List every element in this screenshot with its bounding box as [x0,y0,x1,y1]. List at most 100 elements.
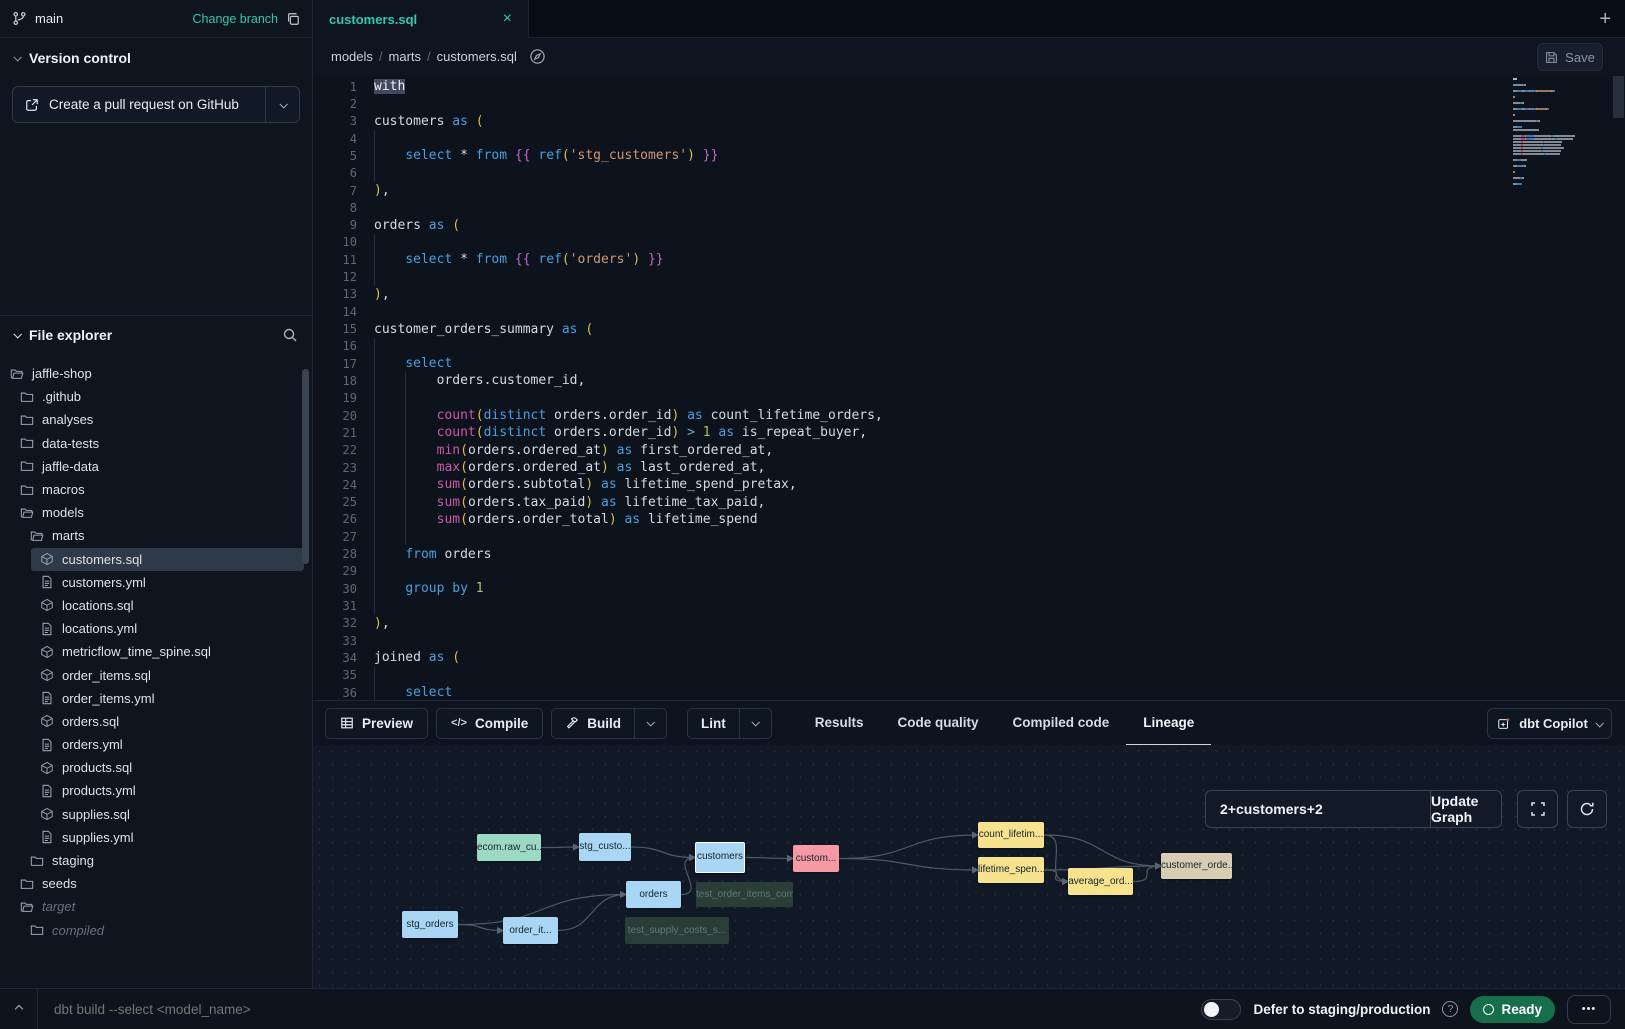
indent-guide [405,372,406,389]
close-icon[interactable]: × [503,10,512,28]
lint-button[interactable]: Lint [688,709,739,738]
file-tree-item-locations-yml[interactable]: locations.yml [40,617,304,640]
breadcrumb-marts[interactable]: marts [389,49,422,64]
lint-dropdown[interactable] [739,709,771,738]
lineage-node-lifetime_spend[interactable]: lifetime_spen... [978,857,1044,883]
lineage-node-average_order[interactable]: average_ord... [1068,868,1133,895]
code-line: 29 [313,563,1515,580]
minimap[interactable] [1513,78,1609,186]
tab-customers-sql[interactable]: customers.sql × [313,0,529,38]
file-tree-item-compiled[interactable]: compiled [30,919,304,942]
lineage-node-count_lifetime[interactable]: count_lifetim... [978,822,1044,848]
lineage-node-order_items[interactable]: order_it... [503,917,558,944]
file-tree-item-locations-sql[interactable]: locations.sql [40,594,304,617]
more-options-button[interactable]: ••• [1567,995,1611,1024]
lineage-selector-input[interactable] [1206,791,1430,827]
create-pr-dropdown[interactable] [265,87,299,122]
tab-compiled-code[interactable]: Compiled code [996,701,1127,746]
file-tree-item-analyses[interactable]: analyses [20,408,304,431]
file-tree-item-seeds[interactable]: seeds [20,872,304,895]
line-number: 36 [313,686,357,700]
file-tree-item--github[interactable]: .github [20,385,304,408]
create-pr-button[interactable]: Create a pull request on GitHub [12,86,300,123]
line-number: 4 [313,132,357,146]
model-icon [40,598,54,612]
file-explorer-header[interactable]: File explorer [0,316,312,354]
file-tree-item-products-yml[interactable]: products.yml [40,779,304,802]
change-branch-link[interactable]: Change branch [193,12,278,26]
chevron-down-icon [279,100,287,108]
indent-guide [374,372,375,389]
lineage-node-stg_orders[interactable]: stg_orders [402,911,458,938]
file-tree-item-models[interactable]: models [20,501,304,524]
defer-toggle[interactable] [1201,999,1241,1020]
expand-panel-button[interactable] [0,989,38,1029]
breadcrumb-separator: / [379,49,383,64]
version-control-header[interactable]: Version control [0,38,312,78]
line-number: 27 [313,530,357,544]
file-tree-item-customers-sql[interactable]: customers.sql [31,548,304,571]
lineage-node-test_supply[interactable]: test_supply_costs_s... [625,917,729,944]
git-branch-icon [12,11,27,26]
file-tree-item-order-items-sql[interactable]: order_items.sql [40,663,304,686]
chevron-down-icon [752,718,760,726]
status-ready-badge[interactable]: Ready [1470,996,1555,1023]
file-name: products.sql [62,760,132,775]
indent-guide [374,268,375,285]
file-tree-item-customers-yml[interactable]: customers.yml [40,571,304,594]
editor-scrollbar[interactable] [1613,76,1624,118]
lineage-compass-icon[interactable] [529,48,546,65]
create-pr-main[interactable]: Create a pull request on GitHub [13,97,265,112]
file-tree-item-orders-sql[interactable]: orders.sql [40,710,304,733]
folder-icon [20,459,34,473]
file-tree-scrollbar[interactable] [302,369,309,564]
preview-button[interactable]: Preview [325,708,428,739]
file-tree-item-macros[interactable]: macros [20,478,304,501]
refresh-button[interactable] [1567,790,1607,828]
save-button[interactable]: Save [1537,43,1603,71]
file-tree-item-orders-yml[interactable]: orders.yml [40,733,304,756]
document-icon [40,691,54,705]
lineage-node-test_order_items[interactable]: test_order_items_com... [696,882,793,907]
compile-button[interactable]: </> Compile [436,708,543,739]
file-tree-item-marts[interactable]: marts [30,524,304,547]
file-tree-item-jaffle-data[interactable]: jaffle-data [20,455,304,478]
tab-lineage[interactable]: Lineage [1126,701,1211,746]
file-tree-item-jaffle-shop[interactable]: jaffle-shop [10,362,304,385]
dbt-command-input[interactable] [38,1002,1201,1017]
build-dropdown[interactable] [634,709,666,738]
file-tree-item-target[interactable]: target [20,895,304,918]
lineage-node-orders[interactable]: orders [626,881,681,908]
lineage-node-customer_sem[interactable]: custom... [793,845,839,872]
file-tree-item-products-sql[interactable]: products.sql [40,756,304,779]
file-tree-item-metricflow-time-spine-sql[interactable]: metricflow_time_spine.sql [40,640,304,663]
help-icon[interactable]: ? [1442,1001,1458,1017]
breadcrumb-models[interactable]: models [331,49,373,64]
lineage-node-stg_customers[interactable]: stg_custo... [579,833,631,861]
new-tab-button[interactable]: + [1599,9,1611,29]
tab-results[interactable]: Results [798,701,881,746]
indent-guide [374,130,375,147]
indent-guide [405,407,406,424]
file-tree-item-data-tests[interactable]: data-tests [20,432,304,455]
tab-label: customers.sql [329,12,417,27]
fullscreen-button[interactable] [1517,790,1558,828]
lineage-panel[interactable]: ecom.raw_cu... stg_custo... customers custo… [313,745,1625,988]
file-tree-item-supplies-yml[interactable]: supplies.yml [40,826,304,849]
copy-icon[interactable] [286,12,300,26]
tab-code-quality[interactable]: Code quality [881,701,996,746]
line-number: 32 [313,616,357,630]
dbt-copilot-button[interactable]: dbt Copilot [1487,708,1612,739]
file-tree-item-staging[interactable]: staging [30,849,304,872]
search-icon[interactable] [282,327,298,343]
lineage-node-customers[interactable]: customers [695,842,745,873]
code-editor[interactable]: 1with23customers as (45 select * from {{… [313,75,1625,700]
lineage-node-customer_orders[interactable]: customer_orde... [1161,853,1232,879]
indent-guide [374,407,375,424]
update-graph-button[interactable]: Update Graph [1430,791,1501,827]
lineage-node-raw_customers[interactable]: ecom.raw_cu... [477,834,541,861]
build-button[interactable]: Build [552,709,634,738]
copilot-sparkle-icon [1497,717,1511,731]
file-tree-item-order-items-yml[interactable]: order_items.yml [40,687,304,710]
file-tree-item-supplies-sql[interactable]: supplies.sql [40,803,304,826]
